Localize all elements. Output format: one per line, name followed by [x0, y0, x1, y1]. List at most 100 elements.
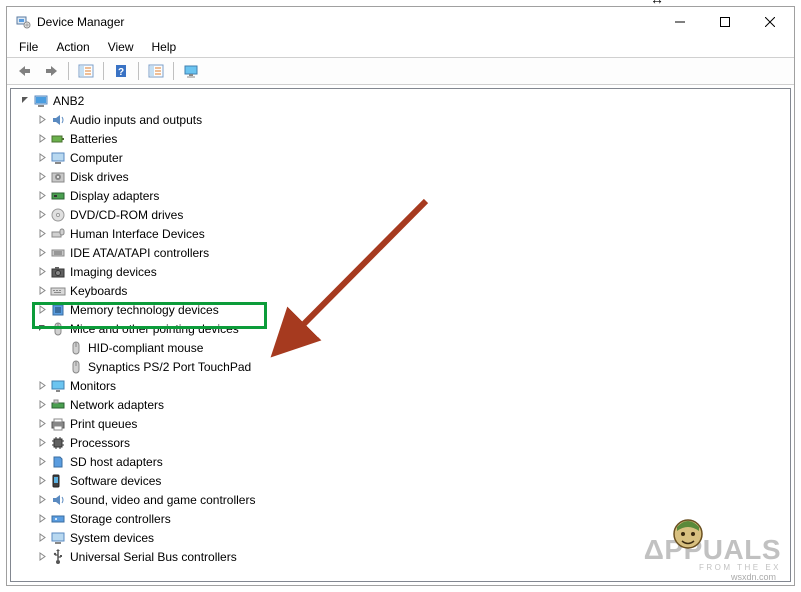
node-label: Imaging devices	[70, 265, 157, 279]
expander-icon[interactable]	[34, 530, 50, 546]
expander-icon[interactable]	[34, 150, 50, 166]
keyboard-icon	[50, 283, 66, 299]
titlebar[interactable]: Device Manager ↔	[7, 7, 794, 37]
expander-icon[interactable]	[34, 245, 50, 261]
tree-node-network[interactable]: Network adapters	[13, 395, 790, 414]
tree-node-computer[interactable]: Computer	[13, 148, 790, 167]
expander-icon[interactable]	[34, 397, 50, 413]
memory-icon	[50, 302, 66, 318]
forward-button[interactable]	[39, 60, 63, 82]
node-label: Mice and other pointing devices	[70, 322, 239, 336]
menu-file[interactable]: File	[11, 39, 46, 55]
node-label: System devices	[70, 531, 154, 545]
mouse-icon	[68, 359, 84, 375]
node-label: Sound, video and game controllers	[70, 493, 255, 507]
window-controls	[657, 8, 792, 37]
menubar: File Action View Help	[7, 37, 794, 57]
expander-icon[interactable]	[34, 264, 50, 280]
expander-icon[interactable]	[34, 283, 50, 299]
back-button[interactable]	[13, 60, 37, 82]
node-label: Monitors	[70, 379, 116, 393]
hid-icon	[50, 226, 66, 242]
toolbar-separator	[173, 62, 174, 80]
system-icon	[50, 530, 66, 546]
toolbar-separator	[68, 62, 69, 80]
tree-node-batteries[interactable]: Batteries	[13, 129, 790, 148]
toolbar-separator	[103, 62, 104, 80]
tree-node-memory[interactable]: Memory technology devices	[13, 300, 790, 319]
node-label: Batteries	[70, 132, 117, 146]
node-label: Storage controllers	[70, 512, 171, 526]
expander-icon[interactable]	[34, 435, 50, 451]
maximize-button[interactable]	[702, 8, 747, 37]
monitor-button[interactable]	[179, 60, 203, 82]
tree-node-dvd[interactable]: DVD/CD-ROM drives	[13, 205, 790, 224]
node-label: Disk drives	[70, 170, 129, 184]
node-label: SD host adapters	[70, 455, 163, 469]
tree-node-print[interactable]: Print queues	[13, 414, 790, 433]
tree-node-mice[interactable]: Mice and other pointing devices	[13, 319, 790, 338]
minimize-button[interactable]	[657, 8, 702, 37]
node-label: DVD/CD-ROM drives	[70, 208, 183, 222]
tree-node-imaging[interactable]: Imaging devices	[13, 262, 790, 281]
tree-root[interactable]: ANB2	[13, 91, 790, 110]
expander-icon[interactable]	[34, 511, 50, 527]
expander-icon[interactable]	[34, 226, 50, 242]
expander-icon[interactable]	[34, 131, 50, 147]
menu-view[interactable]: View	[100, 39, 142, 55]
node-label: ANB2	[53, 94, 84, 108]
expander-icon[interactable]	[34, 473, 50, 489]
expander-icon[interactable]	[34, 549, 50, 565]
help-button[interactable]: ?	[109, 60, 133, 82]
node-label: Memory technology devices	[70, 303, 219, 317]
device-manager-window: Device Manager ↔ File Action View Help	[6, 6, 795, 586]
monitor-icon	[50, 378, 66, 394]
expander-icon[interactable]	[34, 416, 50, 432]
mouse-icon	[68, 340, 84, 356]
tree-node-audio[interactable]: Audio inputs and outputs	[13, 110, 790, 129]
node-label: Network adapters	[70, 398, 164, 412]
tree-node-hid[interactable]: Human Interface Devices	[13, 224, 790, 243]
expander-icon[interactable]	[34, 321, 50, 337]
expander-icon[interactable]	[34, 112, 50, 128]
tree-node-sound[interactable]: Sound, video and game controllers	[13, 490, 790, 509]
tree-node-display[interactable]: Display adapters	[13, 186, 790, 205]
expander-icon[interactable]	[34, 454, 50, 470]
tree-node-synaptics[interactable]: Synaptics PS/2 Port TouchPad	[13, 357, 790, 376]
tree-node-system[interactable]: System devices	[13, 528, 790, 547]
node-label: Synaptics PS/2 Port TouchPad	[88, 360, 251, 374]
expander-icon[interactable]	[17, 93, 33, 109]
expander-icon[interactable]	[34, 302, 50, 318]
menu-help[interactable]: Help	[144, 39, 185, 55]
tree-node-hid-mouse[interactable]: HID-compliant mouse	[13, 338, 790, 357]
tree-node-ide[interactable]: IDE ATA/ATAPI controllers	[13, 243, 790, 262]
tree-node-keyboards[interactable]: Keyboards	[13, 281, 790, 300]
node-label: Processors	[70, 436, 130, 450]
tree-node-software[interactable]: Software devices	[13, 471, 790, 490]
expander-icon[interactable]	[34, 169, 50, 185]
tree-node-disk[interactable]: Disk drives	[13, 167, 790, 186]
node-label: Universal Serial Bus controllers	[70, 550, 237, 564]
node-label: Audio inputs and outputs	[70, 113, 202, 127]
close-button[interactable]	[747, 8, 792, 37]
tree-node-monitors[interactable]: Monitors	[13, 376, 790, 395]
device-tree[interactable]: ANB2 Audio inputs and outputs Batteries …	[10, 88, 791, 582]
expander-icon[interactable]	[34, 378, 50, 394]
tree-node-usb[interactable]: Universal Serial Bus controllers	[13, 547, 790, 566]
tree-node-storage[interactable]: Storage controllers	[13, 509, 790, 528]
tree-node-processors[interactable]: Processors	[13, 433, 790, 452]
expander-icon[interactable]	[34, 492, 50, 508]
expander-icon[interactable]	[34, 207, 50, 223]
tree-node-sd[interactable]: SD host adapters	[13, 452, 790, 471]
computer-icon	[50, 150, 66, 166]
expander-icon[interactable]	[34, 188, 50, 204]
menu-action[interactable]: Action	[48, 39, 97, 55]
toolbar: ?	[7, 57, 794, 85]
speaker-icon	[50, 492, 66, 508]
camera-icon	[50, 264, 66, 280]
network-icon	[50, 397, 66, 413]
scan-hardware-button[interactable]	[144, 60, 168, 82]
svg-text:?: ?	[118, 67, 124, 78]
node-label: Software devices	[70, 474, 161, 488]
show-hide-tree-button[interactable]	[74, 60, 98, 82]
